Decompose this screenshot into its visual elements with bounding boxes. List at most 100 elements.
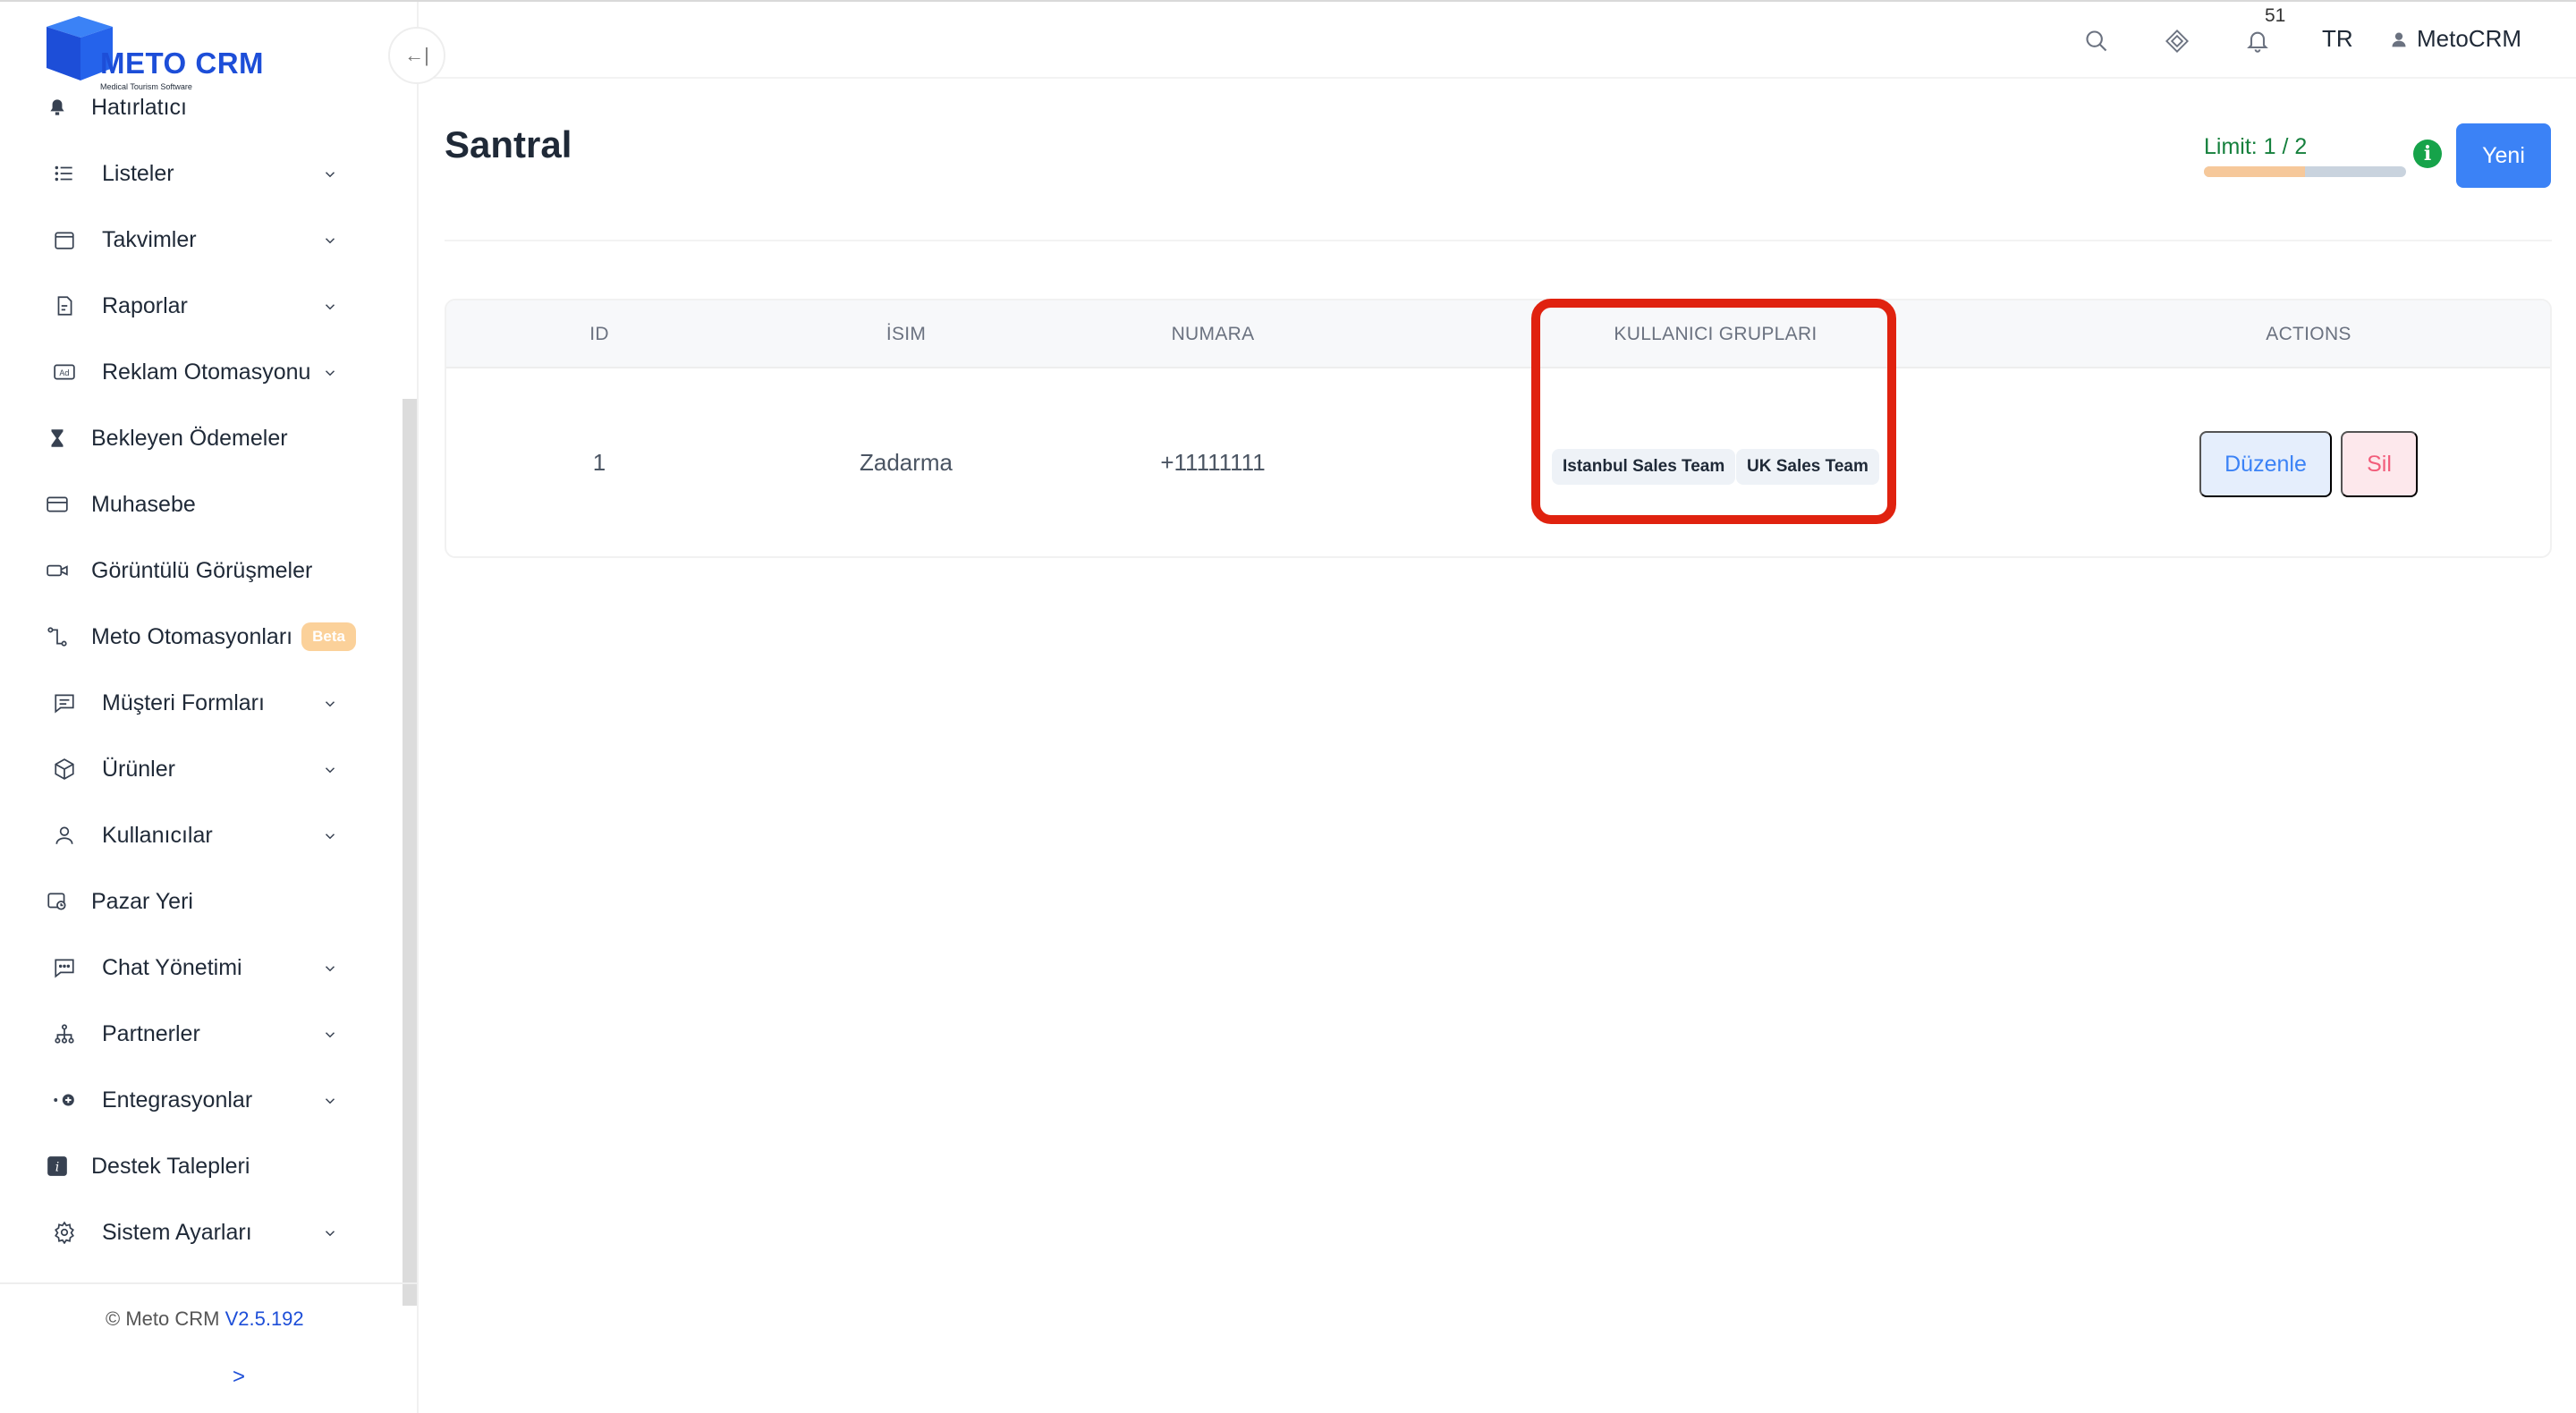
table-header: ID İsim Numara Kullanıcı Grupları Action… <box>446 300 2550 368</box>
santral-table: ID İsim Numara Kullanıcı Grupları Action… <box>445 299 2552 558</box>
sidebar-item-label: Takvimler <box>102 226 197 252</box>
sidebar-item-customer-forms[interactable]: Müşteri Formları <box>43 676 356 730</box>
column-header-user-groups: Kullanıcı Grupları <box>1614 324 1818 344</box>
sidebar-item-users[interactable]: Kullanıcılar <box>43 808 356 862</box>
sidebar-item-chat-management[interactable]: Chat Yönetimi <box>43 941 356 994</box>
svg-text:i: i <box>55 1160 60 1174</box>
sidebar-item-marketplace[interactable]: Pazar Yeri <box>43 875 356 928</box>
sidebar-item-reports[interactable]: Raporlar <box>43 279 356 333</box>
limit-label: Limit: 1 / 2 <box>2204 134 2308 159</box>
cell-name: Zadarma <box>859 449 953 476</box>
sidebar-item-reminder[interactable]: Hatırlatıcı <box>43 80 356 134</box>
sidebar-item-label: Listeler <box>102 160 174 186</box>
info-icon[interactable]: i <box>2413 140 2442 168</box>
sidebar-item-label: Sistem Ayarları <box>102 1219 252 1245</box>
notification-count: 51 <box>2265 5 2286 26</box>
sidebar-item-label: Reklam Otomasyonu <box>102 359 311 385</box>
user-group-tag: UK Sales Team <box>1736 449 1879 485</box>
chevron-down-icon <box>325 304 335 310</box>
sidebar-item-integrations[interactable]: Entegrasyonlar <box>43 1073 356 1127</box>
sidebar-item-label: Raporlar <box>102 292 188 318</box>
chevron-down-icon <box>325 172 335 178</box>
report-icon <box>50 292 79 320</box>
version-link[interactable]: V2.5.192 <box>225 1307 304 1330</box>
limit-progress-fill <box>2204 166 2305 177</box>
copyright-text: © Meto CRM <box>106 1307 220 1330</box>
info-square-icon: i <box>43 1152 72 1180</box>
content-divider <box>445 240 2552 241</box>
credit-card-icon <box>43 490 72 519</box>
sidebar-item-label: Entegrasyonlar <box>102 1087 253 1113</box>
collapse-arrow-icon: ←| <box>404 44 429 66</box>
ad-icon: Ad <box>50 358 79 386</box>
user-icon <box>2392 32 2406 47</box>
chevron-down-icon <box>325 833 335 840</box>
beta-badge: Beta <box>301 622 356 651</box>
delete-button[interactable]: Sil <box>2341 431 2418 497</box>
apps-diamond-icon[interactable] <box>2161 25 2193 57</box>
sidebar-item-label: Meto Otomasyonları <box>91 623 293 649</box>
chevron-down-icon <box>325 1231 335 1237</box>
chevron-down-icon <box>325 370 335 377</box>
chat-icon <box>50 953 79 982</box>
sidebar-item-pending-payments[interactable]: Bekleyen Ödemeler <box>43 411 356 465</box>
brand-tagline: Medical Tourism Software <box>100 82 192 91</box>
sidebar-scrollbar[interactable] <box>402 399 417 1306</box>
gear-icon <box>50 1218 79 1247</box>
sidebar-item-label: Chat Yönetimi <box>102 954 242 980</box>
sidebar-item-video-calls[interactable]: Görüntülü Görüşmeler <box>43 544 356 597</box>
sidebar-item-label: Ürünler <box>102 756 175 782</box>
brand-name: METO CRM <box>100 47 265 80</box>
sidebar-collapse-button[interactable]: ←| <box>388 27 445 84</box>
calendar-icon <box>50 225 79 254</box>
notification-bell-icon[interactable] <box>2241 25 2274 57</box>
sidebar-item-partners[interactable]: Partnerler <box>43 1007 356 1061</box>
hourglass-icon <box>43 424 72 453</box>
sidebar-item-label: Müşteri Formları <box>102 690 265 715</box>
edit-button[interactable]: Düzenle <box>2199 431 2332 497</box>
limit-progress-bar <box>2204 166 2406 177</box>
sidebar-item-label: Partnerler <box>102 1020 200 1046</box>
new-button[interactable]: Yeni <box>2456 123 2551 188</box>
sidebar-item-products[interactable]: Ürünler <box>43 742 356 796</box>
top-header <box>420 2 2576 79</box>
chevron-down-icon <box>325 238 335 244</box>
box-icon <box>50 755 79 783</box>
sidebar-item-system-settings[interactable]: Sistem Ayarları <box>43 1206 356 1259</box>
sidebar-item-label: Muhasebe <box>91 491 196 517</box>
sidebar-item-label: Pazar Yeri <box>91 888 193 914</box>
chevron-down-icon <box>325 701 335 707</box>
plug-icon <box>50 1086 79 1114</box>
user-menu[interactable]: MetoCRM <box>2390 25 2521 53</box>
chevron-down-icon <box>325 1098 335 1104</box>
column-header-id: ID <box>589 324 609 344</box>
user-icon <box>50 821 79 850</box>
sidebar-item-ad-automation[interactable]: Ad Reklam Otomasyonu <box>43 345 356 399</box>
sidebar-item-support-tickets[interactable]: i Destek Talepleri <box>43 1139 356 1193</box>
sidebar-item-accounting[interactable]: Muhasebe <box>43 478 356 531</box>
bell-icon <box>43 93 72 122</box>
page-title: Santral <box>445 123 572 165</box>
sidebar: Hatırlatıcı Listeler Takvimler Raporlar <box>0 2 419 1413</box>
language-selector[interactable]: TR <box>2322 25 2353 53</box>
sidebar-item-label: Destek Talepleri <box>91 1153 250 1179</box>
sidebar-item-lists[interactable]: Listeler <box>43 147 356 200</box>
video-camera-icon <box>43 556 72 585</box>
column-header-number: Numara <box>1171 324 1255 344</box>
search-icon[interactable] <box>2080 25 2113 57</box>
brand-logo[interactable]: METO CRM Medical Tourism Software <box>43 2 302 91</box>
sidebar-item-label: Bekleyen Ödemeler <box>91 425 288 451</box>
column-header-actions: Actions <box>2266 324 2351 344</box>
sidebar-item-label: Görüntülü Görüşmeler <box>91 557 313 583</box>
sidebar-expand-button[interactable]: > <box>233 1365 245 1390</box>
sidebar-item-calendars[interactable]: Takvimler <box>43 213 356 267</box>
list-icon <box>50 159 79 188</box>
user-name: MetoCRM <box>2417 25 2522 52</box>
message-square-icon <box>50 689 79 717</box>
sidebar-divider <box>0 1282 417 1284</box>
sidebar-item-meto-automations[interactable]: Meto Otomasyonları Beta <box>43 610 356 664</box>
network-icon <box>50 1020 79 1048</box>
column-header-name: İsim <box>886 324 927 344</box>
user-group-tag: Istanbul Sales Team <box>1552 449 1736 485</box>
chevron-down-icon <box>325 1032 335 1038</box>
